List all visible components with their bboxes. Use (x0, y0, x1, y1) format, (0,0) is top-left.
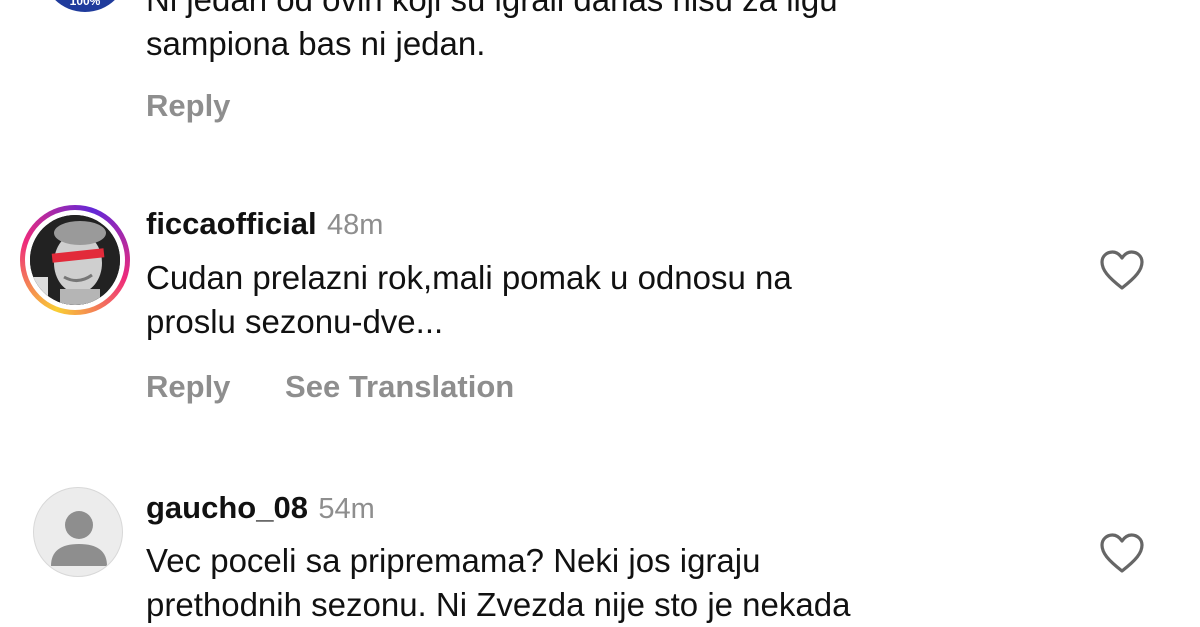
timestamp: 54m (318, 493, 375, 525)
comment-text-line: sampiona bas ni jedan. (146, 25, 486, 62)
comment-header: ficcaofficial 48m (146, 206, 383, 242)
comment-text: Cudan prelazni rok,mali pomak u odnosu n… (146, 256, 1046, 344)
username[interactable]: gaucho_08 (146, 490, 308, 525)
comment-text: Ni jedan od ovih koji su igrali danas ni… (146, 0, 1046, 66)
comment-header: gaucho_08 54m (146, 490, 375, 526)
avatar-badge-text: 100% (69, 0, 101, 8)
reply-button[interactable]: Reply (146, 88, 230, 123)
comment-text-line: Vec poceli sa pripremama? Neki jos igraj… (146, 542, 761, 579)
username[interactable]: ficcaofficial (146, 206, 317, 241)
comment-text-line: Ni jedan od ovih koji su igrali danas ni… (146, 0, 1046, 22)
heart-icon[interactable] (1098, 248, 1146, 292)
comment-text-line: prethodnih sezonu. Ni Zvezda nije sto je… (146, 586, 851, 623)
statue-avatar-image (30, 215, 120, 305)
heart-icon[interactable] (1098, 531, 1146, 575)
avatar-comment-1[interactable]: 100% (42, 0, 128, 12)
comment-text: Vec poceli sa pripremama? Neki jos igraj… (146, 539, 1046, 627)
comment-text-line: Cudan prelazni rok,mali pomak u odnosu n… (146, 259, 792, 296)
chevron-down-icon[interactable] (1108, 0, 1138, 6)
see-translation-button[interactable]: See Translation (285, 369, 514, 404)
avatar-comment-2 (30, 215, 120, 305)
person-icon (51, 511, 107, 566)
timestamp: 48m (327, 209, 384, 241)
comment-actions: Reply (146, 88, 276, 124)
comment-actions: Reply See Translation (146, 369, 560, 405)
avatar-comment-3[interactable] (33, 487, 123, 577)
reply-button[interactable]: Reply (146, 369, 230, 404)
avatar-story-ring[interactable] (20, 205, 130, 315)
comment-text-line: proslu sezonu-dve... (146, 303, 444, 340)
